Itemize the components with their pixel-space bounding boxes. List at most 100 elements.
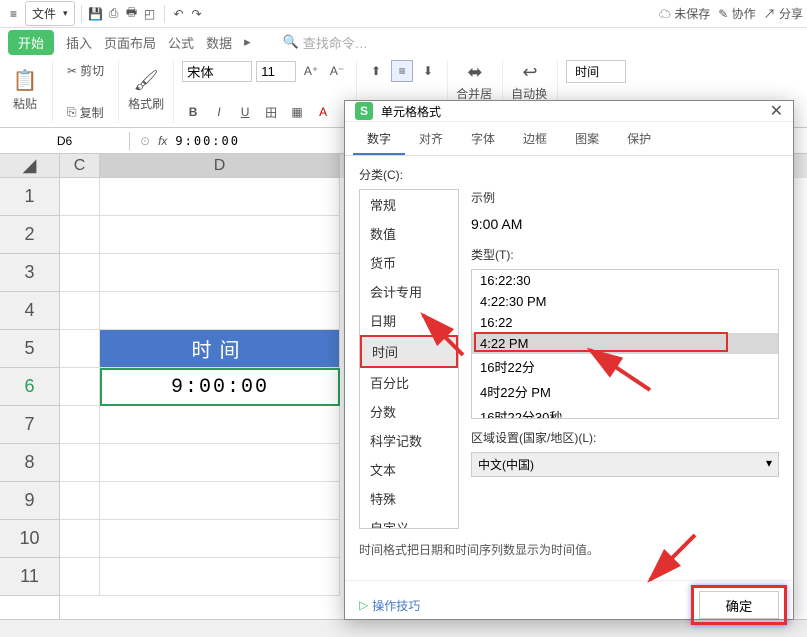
cut-button[interactable]: ✂ 剪切 bbox=[61, 60, 110, 81]
list-item[interactable]: 自定义 bbox=[360, 513, 458, 529]
tab-border[interactable]: 边框 bbox=[509, 122, 561, 155]
row-header-active[interactable]: 6 bbox=[0, 368, 59, 406]
align-middle-icon[interactable]: ≡ bbox=[391, 60, 413, 82]
paste-button[interactable]: 📋 粘贴 bbox=[6, 60, 44, 120]
list-item[interactable]: 货币 bbox=[360, 248, 458, 277]
list-item-time[interactable]: 时间 bbox=[360, 335, 458, 368]
list-item[interactable]: 数值 bbox=[360, 219, 458, 248]
tab-formula[interactable]: 公式 bbox=[168, 33, 194, 52]
row-header[interactable]: 7 bbox=[0, 406, 59, 444]
sample-label: 示例 bbox=[471, 189, 779, 206]
tab-number[interactable]: 数字 bbox=[353, 122, 405, 155]
col-header-active[interactable]: D bbox=[100, 154, 340, 178]
type-label: 类型(T): bbox=[471, 246, 779, 263]
list-item[interactable]: 16:22 bbox=[472, 312, 778, 333]
category-label: 分类(C): bbox=[359, 166, 779, 183]
cell-d5[interactable]: 时间 bbox=[100, 330, 340, 368]
coop-button[interactable]: ✎ 协作 bbox=[718, 5, 755, 22]
unsaved-status[interactable]: ☁ 未保存 bbox=[659, 5, 710, 22]
font-color-button[interactable]: A bbox=[312, 101, 334, 123]
chevron-down-icon: ▾ bbox=[766, 456, 772, 473]
row-header[interactable]: 2 bbox=[0, 216, 59, 254]
increase-font-icon[interactable]: A⁺ bbox=[300, 60, 322, 82]
fill-color-button[interactable]: ▦ bbox=[286, 101, 308, 123]
row-header[interactable]: 1 bbox=[0, 178, 59, 216]
format-painter[interactable]: 🖌 格式刷 bbox=[127, 60, 165, 120]
tab-font[interactable]: 字体 bbox=[457, 122, 509, 155]
dialog-icon: S bbox=[355, 102, 373, 120]
print-icon[interactable]: 🖶 bbox=[124, 6, 140, 22]
list-item[interactable]: 百分比 bbox=[360, 368, 458, 397]
format-description: 时间格式把日期和时间序列数显示为时间值。 bbox=[359, 529, 779, 570]
italic-button[interactable]: I bbox=[208, 101, 230, 123]
list-item[interactable]: 会计专用 bbox=[360, 277, 458, 306]
list-item-selected[interactable]: 4:22 PM bbox=[472, 333, 778, 354]
row-header[interactable]: 5 bbox=[0, 330, 59, 368]
wrap-icon: ↩ bbox=[523, 62, 538, 83]
tab-more[interactable]: ▸ bbox=[244, 34, 251, 50]
list-item[interactable]: 日期 bbox=[360, 306, 458, 335]
tab-protect[interactable]: 保护 bbox=[613, 122, 665, 155]
row-header[interactable]: 11 bbox=[0, 558, 59, 596]
close-icon[interactable]: ✕ bbox=[770, 101, 783, 121]
fx-label[interactable]: fx bbox=[158, 134, 167, 148]
ok-button[interactable]: 确定 bbox=[699, 591, 779, 619]
share-button[interactable]: ↗ 分享 bbox=[764, 5, 803, 22]
row-header[interactable]: 10 bbox=[0, 520, 59, 558]
list-item[interactable]: 科学记数 bbox=[360, 426, 458, 455]
bold-button[interactable]: B bbox=[182, 101, 204, 123]
play-icon: ▷ bbox=[359, 598, 368, 612]
redo-icon[interactable]: ↷ bbox=[189, 6, 205, 22]
tab-align[interactable]: 对齐 bbox=[405, 122, 457, 155]
preview-icon[interactable]: ◰ bbox=[142, 6, 158, 22]
list-item[interactable]: 16时22分30秒 bbox=[472, 404, 778, 419]
row-header[interactable]: 4 bbox=[0, 292, 59, 330]
list-item[interactable]: 文本 bbox=[360, 455, 458, 484]
export-icon[interactable]: ⎙ bbox=[106, 6, 122, 22]
row-header[interactable]: 8 bbox=[0, 444, 59, 482]
cell-format-dialog: S 单元格格式 ✕ 数字 对齐 字体 边框 图案 保护 分类(C): 常规 数值… bbox=[344, 100, 794, 620]
list-item[interactable]: 常规 bbox=[360, 190, 458, 219]
list-item[interactable]: 16:22:30 bbox=[472, 270, 778, 291]
save-icon[interactable]: 💾 bbox=[88, 6, 104, 22]
row-header[interactable]: 9 bbox=[0, 482, 59, 520]
type-list[interactable]: 16:22:30 4:22:30 PM 16:22 4:22 PM 16时22分… bbox=[471, 269, 779, 419]
cell-d6-active[interactable]: 9:00:00 bbox=[100, 368, 340, 406]
tab-layout[interactable]: 页面布局 bbox=[104, 33, 156, 52]
row-header[interactable]: 3 bbox=[0, 254, 59, 292]
formula-input[interactable]: 9:00:00 bbox=[175, 134, 240, 148]
command-search[interactable]: 🔍 查找命令… bbox=[283, 33, 368, 52]
list-item[interactable]: 4:22:30 PM bbox=[472, 291, 778, 312]
list-item[interactable]: 特殊 bbox=[360, 484, 458, 513]
undo-icon[interactable]: ↶ bbox=[171, 6, 187, 22]
menu-hamburger[interactable]: ≡ bbox=[4, 4, 23, 24]
name-box[interactable]: D6 bbox=[0, 132, 130, 150]
tab-pattern[interactable]: 图案 bbox=[561, 122, 613, 155]
brush-icon: 🖌 bbox=[133, 68, 158, 93]
align-bottom-icon[interactable]: ⬇ bbox=[417, 60, 439, 82]
select-all-corner[interactable]: ◢ bbox=[0, 154, 59, 178]
number-format-select[interactable]: 时间 bbox=[566, 60, 626, 83]
list-item[interactable]: 分数 bbox=[360, 397, 458, 426]
category-list[interactable]: 常规 数值 货币 会计专用 日期 时间 百分比 分数 科学记数 文本 特殊 自定… bbox=[359, 189, 459, 529]
font-size-select[interactable] bbox=[256, 61, 296, 82]
underline-button[interactable]: U bbox=[234, 101, 256, 123]
menubar: ≡ 文件▾ 💾 ⎙ 🖶 ◰ ↶ ↷ ☁ 未保存 ✎ 协作 ↗ 分享 bbox=[0, 0, 807, 28]
locale-select[interactable]: 中文(中国)▾ bbox=[471, 452, 779, 477]
tab-insert[interactable]: 插入 bbox=[66, 33, 92, 52]
border-button[interactable]: 田 bbox=[260, 101, 282, 123]
tab-start[interactable]: 开始 bbox=[8, 30, 54, 55]
sample-value: 9:00 AM bbox=[471, 212, 779, 236]
list-item[interactable]: 4时22分 PM bbox=[472, 379, 778, 404]
tips-link[interactable]: ▷ 操作技巧 bbox=[359, 597, 420, 614]
file-menu[interactable]: 文件▾ bbox=[25, 1, 75, 26]
list-item[interactable]: 16时22分 bbox=[472, 354, 778, 379]
dialog-tabs: 数字 对齐 字体 边框 图案 保护 bbox=[345, 122, 793, 156]
decrease-font-icon[interactable]: A⁻ bbox=[326, 60, 348, 82]
col-header[interactable]: C bbox=[60, 154, 100, 178]
font-family-select[interactable] bbox=[182, 61, 252, 82]
tab-data[interactable]: 数据 bbox=[206, 33, 232, 52]
align-top-icon[interactable]: ⬆ bbox=[365, 60, 387, 82]
cancel-icon[interactable]: ⊙ bbox=[140, 134, 150, 148]
copy-button[interactable]: ⎘ 复制 bbox=[61, 102, 110, 123]
